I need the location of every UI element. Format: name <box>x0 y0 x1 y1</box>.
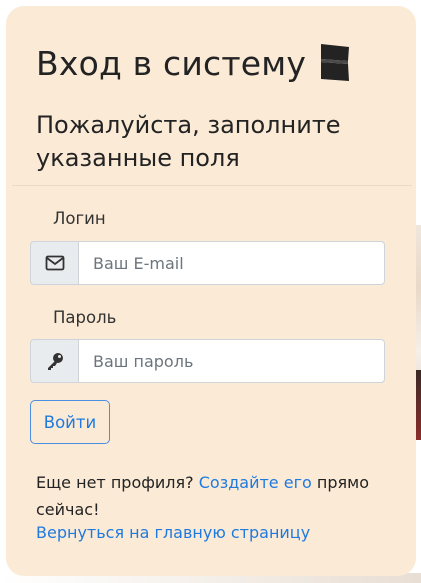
back-to-home-link[interactable]: Вернуться на главную страницу <box>36 523 310 542</box>
signup-link[interactable]: Создайте его <box>199 473 312 492</box>
header-divider <box>12 185 412 186</box>
login-card: Вход в систему Пожалуйста, заполните ука… <box>6 6 416 576</box>
signup-prompt-text: Еще нет профиля? <box>36 473 194 492</box>
key-icon <box>30 339 78 383</box>
book-icon <box>318 42 352 84</box>
signup-prompt: Еще нет профиля? Создайте его прямо сейч… <box>36 469 386 523</box>
page-title-text: Вход в систему <box>36 43 307 83</box>
email-field[interactable] <box>78 241 385 285</box>
password-input-group <box>30 339 385 383</box>
envelope-icon <box>30 241 78 285</box>
login-input-group <box>30 241 385 285</box>
password-field[interactable] <box>78 339 385 383</box>
page-title: Вход в систему <box>36 42 352 84</box>
login-button[interactable]: Войти <box>30 400 110 444</box>
password-label: Пароль <box>53 308 117 327</box>
form-subtitle: Пожалуйста, заполните указанные поля <box>36 111 341 172</box>
login-label: Логин <box>53 209 106 228</box>
